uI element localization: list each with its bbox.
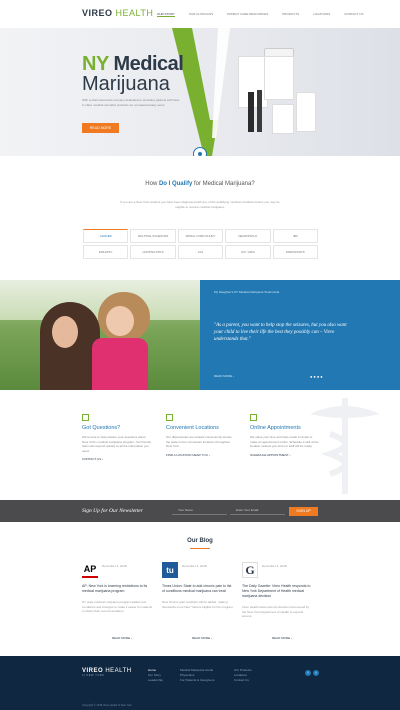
facebook-icon[interactable]: f (305, 670, 311, 676)
hero-banner: NY Medical Marijuana With a pharmaceutic… (0, 28, 400, 156)
condition-tab[interactable]: IBD (272, 229, 318, 243)
site-header: VIREO HEALTH Our Story Our Clinicians Pa… (0, 0, 400, 28)
post-date: December 4, 2018 (262, 564, 287, 568)
blog-post: tu December 4, 2018 Times Union: State t… (162, 562, 234, 609)
nav-patient-resources[interactable]: Patient Care Resources (227, 12, 268, 17)
hero-read-more-button[interactable]: Read More (82, 123, 119, 133)
newsletter-email-input[interactable]: Enter Your Email (230, 507, 285, 515)
newsletter-title: Sign Up for Our Newsletter (82, 508, 143, 514)
testimonial-section: My Daughter's NY Medical Marijuana Testi… (0, 280, 400, 390)
newsletter-signup-button[interactable]: Sign Up (289, 507, 318, 516)
photo-mother-face (52, 316, 78, 348)
testimonial-quote: "As a parent, you want to help stop the … (214, 323, 347, 342)
feature-title: Convenient Locations (166, 425, 219, 431)
nav-clinicians[interactable]: Our Clinicians (189, 12, 213, 17)
condition-tab[interactable]: HIV / AIDS (225, 245, 271, 259)
footer-link[interactable]: Contact Us (234, 678, 252, 683)
conditions-grid: Cancer Multiple Sclerosis Spinal Cord In… (82, 228, 319, 260)
product-tin-image (272, 104, 294, 134)
post-title[interactable]: AP: New York is lowering restrictions to… (82, 584, 152, 594)
main-nav: Our Story Our Clinicians Patient Care Re… (157, 12, 377, 17)
nav-our-story[interactable]: Our Story (157, 12, 175, 17)
product-bottle-image (296, 92, 316, 132)
testimonial-panel: My Daughter's NY Medical Marijuana Testi… (200, 280, 400, 390)
footer-logo[interactable]: VIREO HEALTH of NEW YORK (82, 668, 132, 677)
feature-description: We value your time and have made it simp… (250, 435, 319, 448)
schedule-appointment-link[interactable]: Schedule Appointment › (250, 453, 320, 457)
footer-logo-subtitle: of NEW YORK (82, 674, 105, 677)
nav-products[interactable]: Products (282, 12, 299, 17)
testimonial-read-more-link[interactable]: Read More › (214, 374, 234, 378)
post-read-more-link[interactable]: Read More › (272, 636, 292, 640)
vaporizer-pen2-image (257, 90, 262, 132)
post-date: December 4, 2018 (182, 564, 207, 568)
hero-title-line2: Marijuana (82, 73, 170, 95)
footer-links-col1: Home Our Story Leadership (148, 668, 163, 683)
footer-link[interactable]: For Patients & Caregivers (180, 678, 214, 683)
qualify-title: How Do I Qualify for Medical Marijuana? (145, 181, 255, 187)
logo-vireo: VIREO (82, 8, 113, 18)
feature-description: Our dispensaries are located convenientl… (166, 435, 232, 448)
qualify-section: How Do I Qualify for Medical Marijuana? … (0, 156, 400, 280)
condition-tab[interactable]: Parkinson's (272, 245, 318, 259)
testimonial-pagination-dots[interactable]: ●●●● (310, 374, 324, 379)
find-location-link[interactable]: Find a Location Near You › (166, 453, 236, 457)
post-read-more-link[interactable]: Read More › (192, 636, 212, 640)
condition-tab[interactable]: Huntington's (130, 245, 176, 259)
condition-tab[interactable]: ALS (177, 245, 224, 259)
feature-description: We're here to help answer your questions… (82, 435, 152, 453)
condition-tab[interactable]: Neuropathy (225, 229, 271, 243)
site-logo[interactable]: VIREO HEALTH (82, 8, 153, 18)
condition-tab[interactable]: Multiple Sclerosis (130, 229, 176, 243)
testimonial-heading: My Daughter's NY Medical Marijuana Testi… (214, 290, 280, 294)
blog-title: Our Blog (187, 538, 213, 544)
nav-contact[interactable]: Contact Us (344, 12, 363, 17)
ap-logo-icon: AP (82, 562, 98, 578)
features-section: Got Questions? We're here to help answer… (0, 390, 400, 500)
times-union-logo-icon: tu (162, 562, 178, 578)
condition-tab[interactable]: Cancer (83, 229, 129, 243)
footer-links-col2: Medical Marijuana Guide Physicians For P… (180, 668, 214, 683)
site-footer: VIREO HEALTH of NEW YORK Home Our Story … (0, 656, 400, 710)
location-pin-icon (166, 414, 173, 421)
condition-tab[interactable]: Epilepsy (83, 245, 129, 259)
logo-health: HEALTH (115, 8, 154, 18)
post-title[interactable]: The Daily Gazette: Vireo Health responds… (242, 584, 312, 599)
chat-icon (82, 414, 89, 421)
copyright-text: Copyright © 2018 Vireo Health of New Yor… (82, 704, 132, 707)
feature-appointments: Online Appointments We value your time a… (250, 414, 320, 457)
feature-title: Got Questions? (82, 425, 121, 431)
post-date: December 4, 2018 (102, 564, 127, 568)
post-excerpt: Vireo Health welcomes the decision annou… (242, 605, 310, 618)
product-images (230, 42, 330, 142)
feature-locations: Convenient Locations Our dispensaries ar… (166, 414, 236, 457)
photo-girl-face (106, 306, 134, 336)
vaporizer-pen-image (248, 92, 254, 132)
qualify-description: If you are a New York resident you have … (120, 200, 280, 209)
blog-post: G December 4, 2018 The Daily Gazette: Vi… (242, 562, 314, 619)
feature-questions: Got Questions? We're here to help answer… (82, 414, 152, 461)
blog-title-underline (190, 548, 210, 549)
footer-links-col3: Our Products Locations Contact Us (234, 668, 252, 683)
hero-description: With a pharmaceutical company dedicated … (82, 98, 180, 107)
nav-locations[interactable]: Locations (313, 12, 330, 17)
post-excerpt: NY state medical marijuana program added… (82, 600, 153, 613)
footer-link[interactable]: Leadership (148, 678, 163, 683)
post-excerpt: New chronic pain condition will be added… (162, 600, 234, 609)
contact-us-link[interactable]: Contact Us › (82, 457, 152, 461)
newsletter-bar: Sign Up for Our Newsletter Your Name Ent… (0, 500, 400, 522)
mother-daughter-photo (0, 280, 200, 390)
calendar-icon (250, 414, 257, 421)
twitter-icon[interactable]: t (313, 670, 319, 676)
gazette-logo-icon: G (242, 562, 258, 578)
condition-tab[interactable]: Spinal Cord Injury (177, 229, 224, 243)
newsletter-name-input[interactable]: Your Name (172, 507, 227, 515)
blog-section: Our Blog AP December 4, 2018 AP: New Yor… (0, 522, 400, 656)
post-read-more-link[interactable]: Read More › (112, 636, 132, 640)
photo-girl-dress (92, 338, 148, 390)
product-jar-body-image (264, 56, 294, 100)
feature-title: Online Appointments (250, 425, 301, 431)
blog-post: AP December 4, 2018 AP: New York is lowe… (82, 562, 154, 614)
post-title[interactable]: Times Union: State to add chronic pain t… (162, 584, 232, 594)
